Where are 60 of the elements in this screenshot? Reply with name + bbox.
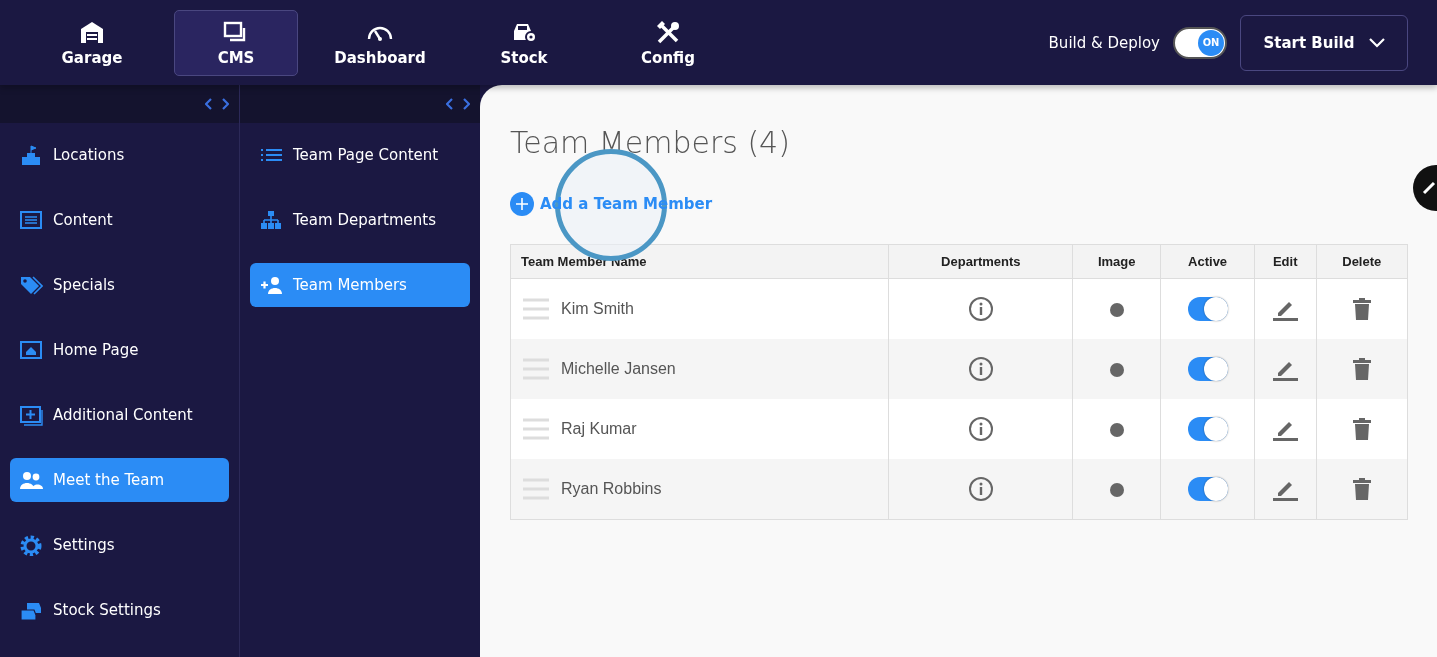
content-icon [20,209,43,231]
tag-icon [20,274,43,296]
sidebar-item[interactable]: Stock Settings [10,588,229,632]
trash-icon[interactable] [1352,418,1371,440]
nav-tab[interactable]: Stock [462,9,586,76]
member-name: Ryan Robbins [561,480,662,498]
column-header: Image [1072,244,1161,279]
drag-handle-icon[interactable] [523,418,549,440]
column-header: Delete [1316,244,1408,279]
trash-icon[interactable] [1352,358,1371,380]
nav-tab[interactable]: Config [606,9,730,76]
subnav-item[interactable]: Team Departments [250,198,470,242]
sidebar-item[interactable]: Additional Content [10,393,229,437]
image-dot-icon [1109,482,1124,497]
member-name: Raj Kumar [561,420,637,438]
hierarchy-icon [260,209,283,231]
collapse-icon[interactable] [446,98,470,110]
active-toggle[interactable] [1187,417,1228,441]
caret-icon [1368,37,1385,48]
info-icon[interactable] [967,476,994,502]
subnav-item[interactable]: Team Page Content [250,133,470,177]
info-icon[interactable] [967,416,994,442]
build-deploy-label: Build & Deploy [1048,33,1160,52]
start-build-button[interactable]: Start Build [1240,14,1408,71]
active-toggle[interactable] [1187,357,1228,381]
column-header: Edit [1254,244,1317,279]
drag-handle-icon[interactable] [523,478,549,500]
nav-tab[interactable]: Dashboard [318,9,442,76]
image-dot-icon [1109,302,1124,317]
sidebar-item[interactable]: Home Page [10,328,229,372]
image-dot-icon [1109,422,1124,437]
team-icon [20,469,43,491]
trash-icon[interactable] [1352,478,1371,500]
nav-tab[interactable]: Garage [30,9,154,76]
drag-handle-icon[interactable] [523,358,549,380]
column-header: Active [1160,244,1255,279]
trash-icon[interactable] [1352,298,1371,320]
info-icon[interactable] [967,296,994,322]
collapse-icon[interactable] [205,98,229,110]
location-icon [20,144,43,166]
nav-tab[interactable]: CMS [174,9,298,76]
active-toggle[interactable] [1187,477,1228,501]
image-dot-icon [1109,362,1124,377]
sidebar-item[interactable]: Content [10,198,229,242]
drag-handle-icon[interactable] [523,298,549,320]
page-title: Team Members (4) [510,125,791,160]
home-icon [20,339,43,361]
plus-icon [510,192,534,216]
sidebar-item[interactable]: Locations [10,133,229,177]
sidebar-item[interactable]: Settings [10,523,229,567]
adduser-icon [260,274,283,296]
brush-icon [1421,180,1437,196]
member-name: Kim Smith [561,300,634,318]
active-toggle[interactable] [1187,297,1228,321]
info-icon[interactable] [967,356,994,382]
settings-icon [20,534,43,556]
member-name: Michelle Jansen [561,360,676,378]
column-header: Departments [888,244,1073,279]
sidebar-item[interactable]: Specials [10,263,229,307]
add-icon [20,404,43,426]
